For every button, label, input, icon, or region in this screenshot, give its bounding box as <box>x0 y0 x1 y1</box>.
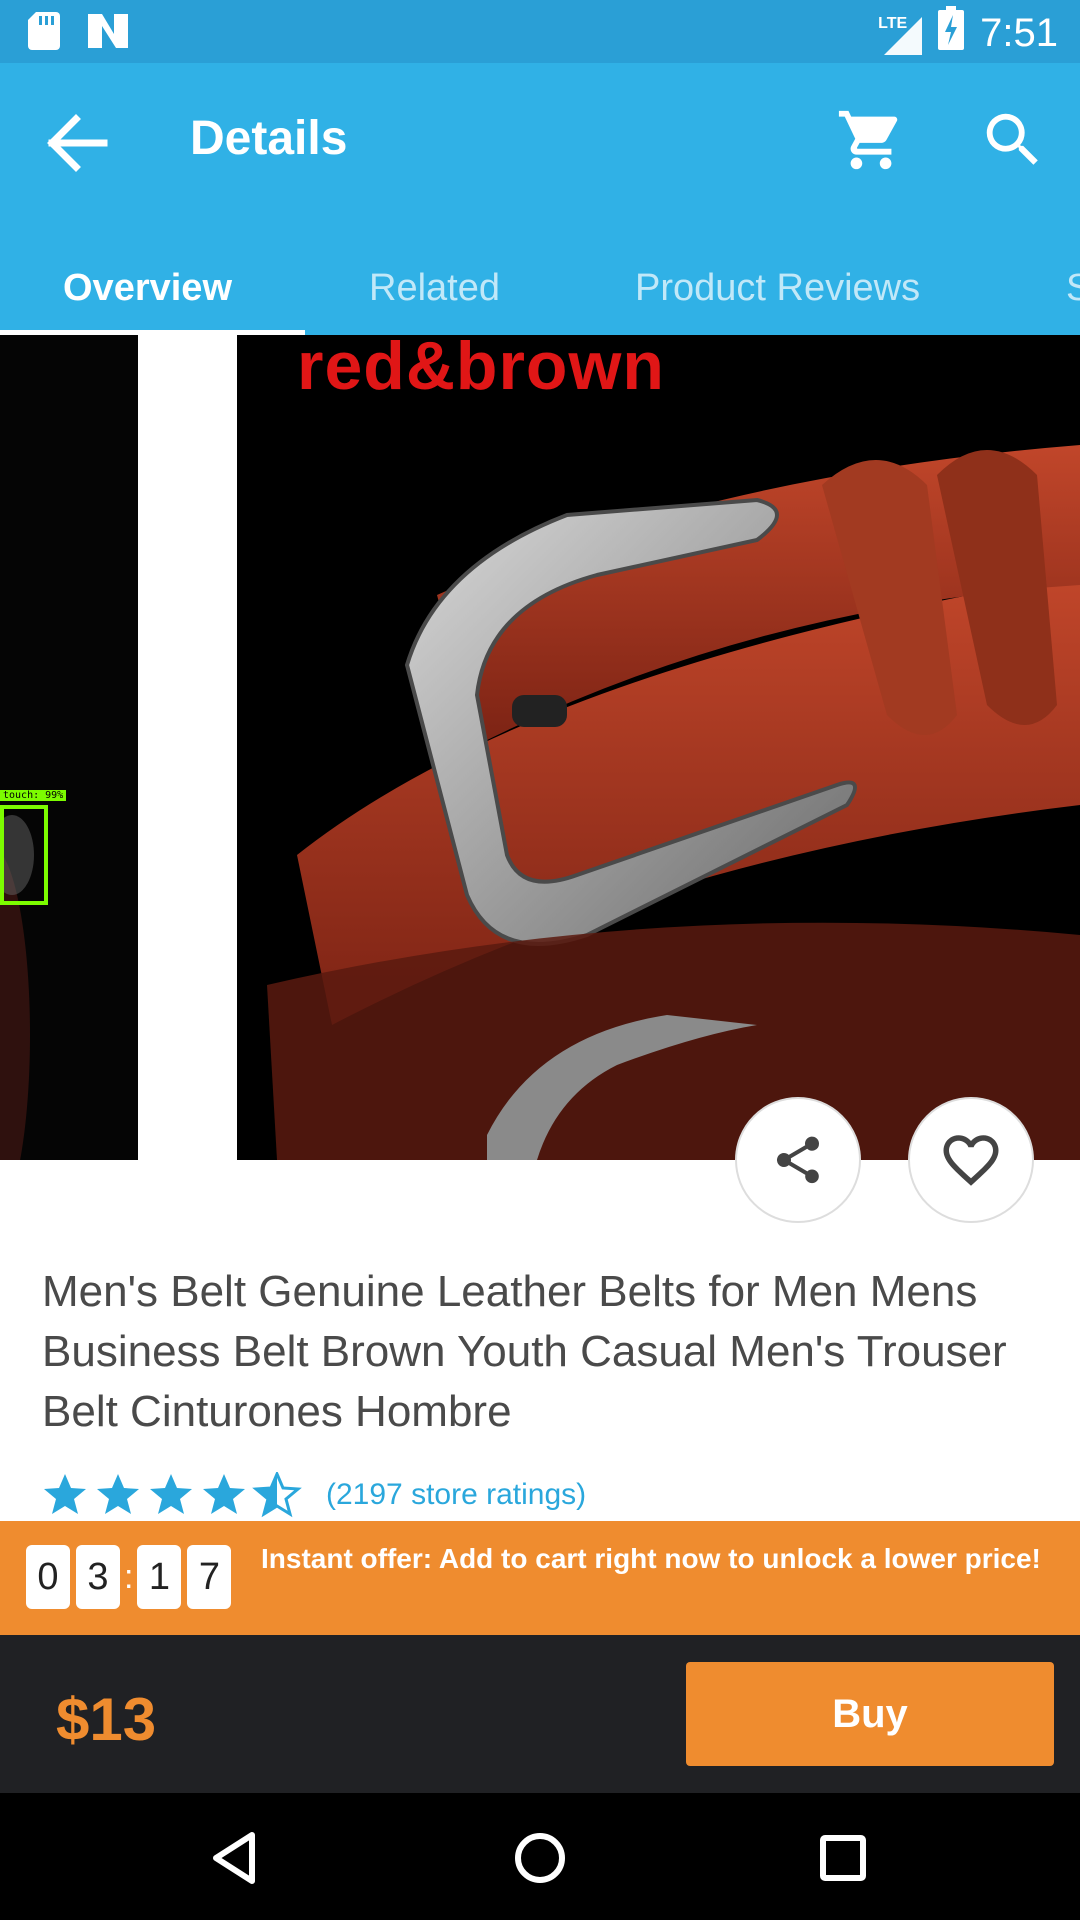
leather-belt-image <box>267 445 1080 1160</box>
signal-icon: LTE <box>878 11 923 55</box>
cart-icon <box>838 110 898 170</box>
heart-icon <box>943 1135 999 1186</box>
instant-offer-banner: 0 3 : 1 7 Instant offer: Add to cart rig… <box>0 1521 1080 1635</box>
countdown-timer: 0 3 : 1 7 <box>26 1545 237 1609</box>
share-button[interactable] <box>735 1097 861 1223</box>
nav-home-button[interactable] <box>505 1823 575 1893</box>
app-bar: Details Overview Related Product Reviews… <box>0 63 1080 335</box>
image-gallery[interactable]: touch: 99% red&brown <box>0 335 1080 1160</box>
tab-related[interactable]: Related <box>369 248 500 335</box>
store-ratings-link[interactable]: (2197 store ratings) <box>326 1478 586 1512</box>
main-product-image[interactable]: red&brown <box>237 335 1080 1160</box>
offer-text: Instant offer: Add to cart right now to … <box>261 1543 1041 1574</box>
tab-bar: Overview Related Product Reviews S <box>0 248 1080 335</box>
nav-back-icon <box>213 1832 255 1884</box>
countdown-separator: : <box>124 1557 134 1596</box>
page-title: Details <box>190 112 348 165</box>
nav-home-icon <box>515 1833 565 1883</box>
countdown-digit: 1 <box>137 1545 182 1609</box>
system-nav-bar <box>0 1793 1080 1920</box>
status-bar: LTE 7:51 <box>0 0 1080 63</box>
price: $13 <box>56 1686 157 1753</box>
n-notification-icon <box>88 14 128 53</box>
back-arrow-icon <box>47 114 108 172</box>
detection-label: touch: 99% <box>0 790 67 801</box>
tab-overview[interactable]: Overview <box>63 248 232 335</box>
battery-charging-icon <box>938 6 965 60</box>
countdown-digit: 3 <box>76 1545 120 1609</box>
nav-recents-button[interactable] <box>808 1823 878 1893</box>
cart-button[interactable] <box>836 105 906 175</box>
star-rating <box>44 1472 300 1516</box>
countdown-digit: 0 <box>26 1545 70 1609</box>
back-button[interactable] <box>40 103 120 183</box>
product-title: Men's Belt Genuine Leather Belts for Men… <box>42 1267 1007 1436</box>
purchase-bar: $13 Buy <box>0 1635 1080 1793</box>
share-icon <box>776 1136 820 1184</box>
sd-card-icon <box>28 12 60 55</box>
nav-back-button[interactable] <box>200 1823 270 1893</box>
image-caption: red&brown <box>297 335 665 404</box>
previous-product-image[interactable]: touch: 99% <box>0 335 138 1160</box>
countdown-digit: 7 <box>187 1545 232 1609</box>
detection-box <box>0 805 48 905</box>
search-button[interactable] <box>978 105 1048 175</box>
rating-row[interactable]: (2197 store ratings) <box>42 1472 586 1518</box>
nav-recents-icon <box>820 1835 866 1881</box>
tab-product-reviews[interactable]: Product Reviews <box>635 248 920 335</box>
tab-next[interactable]: S <box>1066 248 1080 335</box>
search-icon <box>986 113 1038 165</box>
favorite-button[interactable] <box>908 1097 1034 1223</box>
buy-button[interactable]: Buy <box>686 1662 1054 1766</box>
clock: 7:51 <box>980 10 1058 55</box>
